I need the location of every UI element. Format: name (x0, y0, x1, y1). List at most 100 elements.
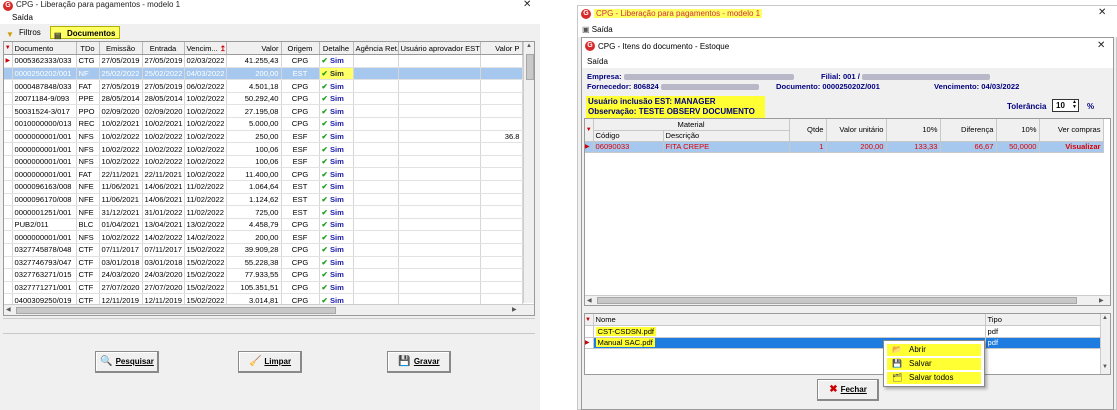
table-row[interactable]: 0000000001/001 NFS 10/02/2022 10/02/2022 10/… (4, 155, 523, 169)
col-descricao[interactable]: Descrição (663, 130, 790, 142)
table-row[interactable]: PUB2/011 BLC 01/04/2021 13/04/2021 13/02/202… (4, 218, 523, 232)
col-emissao[interactable]: Emissão (99, 42, 143, 56)
col-vencimento[interactable]: Vencim... ↥ (184, 42, 227, 56)
scroll-up-icon[interactable]: ▲ (1102, 315, 1108, 321)
table-row[interactable]: 0000250202/001 NF 25/02/2022 25/02/2022 04/0… (4, 67, 523, 81)
col-diferenca[interactable]: Diferença (940, 119, 997, 142)
cell-detalhe[interactable]: ✔ Sim (319, 218, 354, 232)
table-row[interactable]: 0000000001/001 FAT 22/11/2021 22/11/2021 10/… (4, 167, 523, 182)
menu-item-abrir[interactable]: 📂 Abrir (887, 344, 981, 356)
cell-detalhe[interactable]: ✔ Sim (319, 54, 354, 68)
col-nome[interactable]: Nome (593, 314, 986, 326)
table-row[interactable]: 0327745878/048 CTF 07/11/2017 07/11/2017 15/… (4, 243, 523, 257)
cell-detalhe[interactable]: ✔ Sim (319, 67, 354, 81)
scroll-down-icon[interactable]: ▼ (1102, 364, 1108, 370)
cell-detalhe[interactable]: ✔ Sim (319, 167, 354, 182)
col-ver-compras[interactable]: Ver compras (1039, 119, 1104, 142)
cell-detalhe[interactable]: ✔ Sim (319, 130, 354, 144)
dialog-menu-bar: Saída (582, 55, 1113, 68)
cell-detalhe[interactable]: ✔ Sim (319, 180, 354, 194)
col-valor[interactable]: Valor (226, 42, 282, 56)
table-row[interactable]: ▶ 0005362333/033 CTG 27/05/2019 27/05/2019 02… (4, 54, 523, 68)
table-row[interactable]: 0000001251/001 NFE 31/12/2021 31/01/2022 11/… (4, 205, 523, 219)
pesquisar-button[interactable]: 🔍 Pesquisar (95, 351, 159, 373)
table-row[interactable]: 0010000000/013 REC 10/02/2021 10/02/2021 10/… (4, 117, 523, 131)
col-origem[interactable]: Origem (281, 42, 320, 56)
horizontal-scroll-thumb[interactable] (16, 307, 336, 314)
col-usuario[interactable]: Usuário aprovador EST (398, 42, 481, 56)
cell-detalhe[interactable]: ✔ Sim (319, 281, 354, 295)
col-valorp[interactable]: Valor P (480, 42, 523, 56)
scroll-right-icon[interactable]: ▶ (512, 306, 517, 313)
cell-detalhe[interactable]: ✔ Sim (319, 268, 354, 282)
col-entrada[interactable]: Entrada (142, 42, 185, 56)
cell-detalhe[interactable]: ✔ Sim (319, 104, 354, 119)
col-detalhe[interactable]: Detalhe (319, 42, 354, 56)
table-row[interactable]: 0327763271/015 CTF 24/03/2020 24/03/2020 15/… (4, 268, 523, 282)
cell-valorp (480, 281, 523, 295)
cell-entrada: 10/02/2022 (142, 142, 185, 156)
scroll-thumb[interactable] (526, 54, 534, 80)
table-row[interactable]: 0000000001/001 NFS 10/02/2022 10/02/2022 10/… (4, 142, 523, 156)
scroll-left-icon[interactable]: ◀ (587, 297, 592, 304)
cell-usuario (398, 167, 481, 182)
cell-usuario (398, 155, 481, 169)
horizontal-scroll-thumb[interactable] (597, 297, 1077, 304)
menu-saida[interactable]: ▣ Saída (582, 25, 613, 34)
cell-detalhe[interactable]: ✔ Sim (319, 256, 354, 270)
col-tdo[interactable]: TDo (76, 42, 100, 56)
table-row[interactable]: 0327771271/001 CTF 27/07/2020 27/07/2020 15/… (4, 281, 523, 295)
col-codigo[interactable]: Código (593, 130, 664, 142)
grid-vertical-scrollbar[interactable]: ▲ (523, 42, 534, 303)
tab-documentos[interactable]: ▤ Documentos (50, 26, 120, 40)
list-item-selected[interactable]: ▶ Manual SAC.pdf pdf (585, 337, 1101, 349)
table-row[interactable]: 20071184-9/093 PPE 28/05/2014 28/05/2014 10/… (4, 92, 523, 106)
cell-detalhe[interactable]: ✔ Sim (319, 230, 354, 244)
table-row[interactable]: 0000096163/008 NFE 11/06/2021 14/06/2021 11/… (4, 180, 523, 194)
gravar-button[interactable]: 💾 Gravar (387, 351, 451, 373)
item-visualizar-link[interactable]: Visualizar (1039, 141, 1104, 153)
cell-detalhe[interactable]: ✔ Sim (319, 79, 354, 93)
col-tipo[interactable]: Tipo (985, 314, 1101, 326)
cell-detalhe[interactable]: ✔ Sim (319, 193, 354, 207)
col-documento[interactable]: Documento (12, 42, 77, 56)
col-qtde[interactable]: Qtde (789, 119, 827, 142)
cell-detalhe[interactable]: ✔ Sim (319, 155, 354, 169)
tolerancia-field[interactable]: 10 ▲ ▼ (1052, 99, 1079, 112)
menu-item-salvar-todos[interactable]: 🗂 Salvar todos (887, 372, 981, 384)
table-row[interactable]: 0000000001/001 NFS 10/02/2022 14/02/2022 14/… (4, 230, 523, 244)
cell-detalhe[interactable]: ✔ Sim (319, 92, 354, 106)
col-valor-unitario[interactable]: Valor unitário (826, 119, 887, 142)
scroll-left-icon[interactable]: ◀ (6, 306, 11, 313)
table-row[interactable]: 0000487848/033 FAT 27/05/2019 27/05/2019 06/… (4, 79, 523, 93)
menu-saida[interactable]: Saída (12, 13, 33, 22)
col-pct1[interactable]: 10% (886, 119, 941, 142)
close-icon[interactable]: ✕ (1098, 7, 1106, 18)
col-pct2[interactable]: 10% (996, 119, 1040, 142)
cell-detalhe[interactable]: ✔ Sim (319, 243, 354, 257)
items-horizontal-scrollbar[interactable]: ◀ ▶ (585, 295, 1110, 305)
dialog-menu-saida[interactable]: Saída (587, 57, 608, 66)
col-agencia[interactable]: Agência Ret. (353, 42, 399, 56)
cell-detalhe[interactable]: ✔ Sim (319, 205, 354, 219)
table-row[interactable]: 0327746793/047 CTF 03/01/2018 03/01/2018 15/… (4, 256, 523, 270)
cell-detalhe[interactable]: ✔ Sim (319, 142, 354, 156)
table-row[interactable]: 0000096170/008 NFE 11/06/2021 14/06/2021 11/… (4, 193, 523, 207)
cell-venc: 06/02/2022 (184, 79, 227, 93)
cell-detalhe[interactable]: ✔ Sim (319, 117, 354, 131)
limpar-button[interactable]: 🧹 Limpar (238, 351, 302, 373)
close-icon[interactable]: ✕ (523, 0, 531, 10)
close-icon[interactable]: ✕ (1097, 40, 1105, 51)
grid-horizontal-scrollbar[interactable]: ◀ ▶ (4, 304, 534, 315)
fechar-button[interactable]: ✖ Fechar (817, 379, 879, 401)
table-row[interactable]: ▶ 06090033 FITA CREPE 1 200,00 133,33 66… (585, 141, 1104, 153)
table-row[interactable]: 0000000001/001 NFS 10/02/2022 10/02/2022 10/… (4, 130, 523, 144)
menu-item-salvar[interactable]: 💾 Salvar (887, 358, 981, 370)
spinner-icon[interactable]: ▲ ▼ (1072, 100, 1077, 110)
table-row[interactable]: 50031524-3/017 PPO 02/09/2020 02/09/2020 10/… (4, 104, 523, 119)
files-vertical-scrollbar[interactable]: ▲ ▼ (1100, 314, 1110, 374)
scroll-up-icon[interactable]: ▲ (526, 43, 532, 49)
list-item[interactable]: CST-CSDSN.pdf pdf (585, 325, 1101, 338)
scroll-right-icon[interactable]: ▶ (1099, 297, 1104, 304)
tab-filtros[interactable]: ▼ Filtros (3, 26, 48, 39)
